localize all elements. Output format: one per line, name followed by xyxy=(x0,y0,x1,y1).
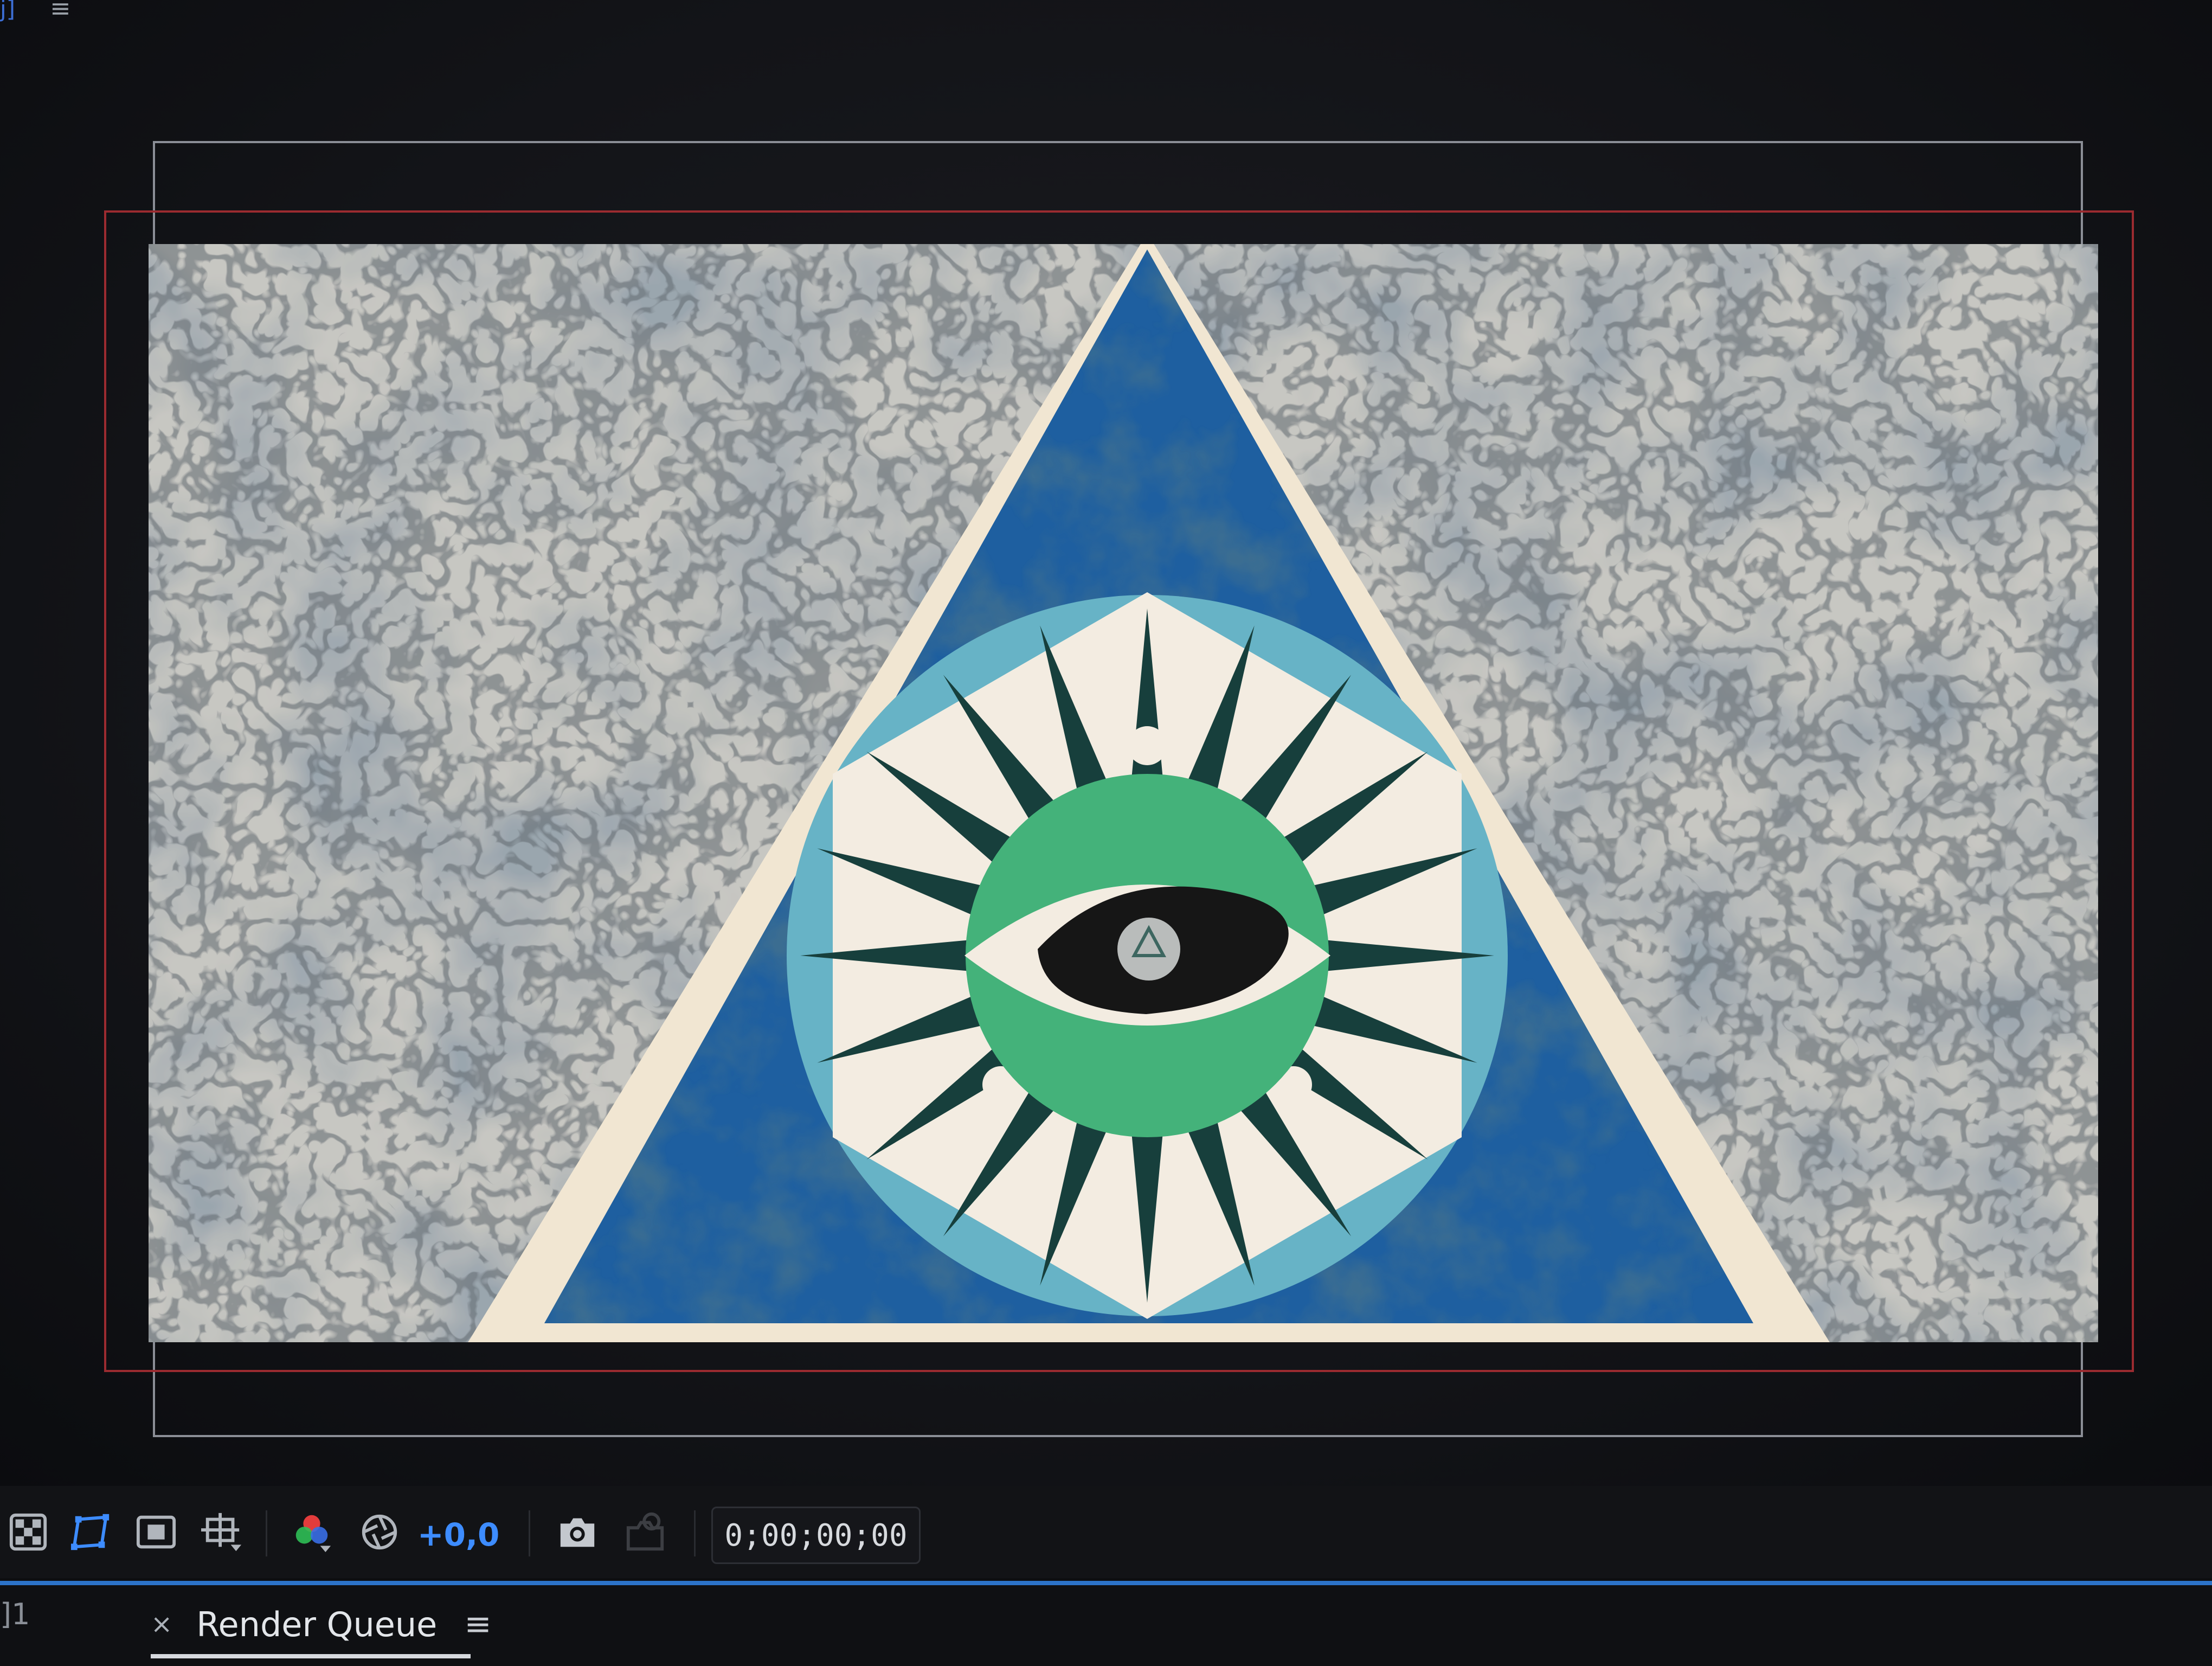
tab-render-queue[interactable]: × Render Queue ≡ xyxy=(151,1592,492,1657)
tab-title: Render Queue xyxy=(196,1604,438,1644)
composition-frame xyxy=(149,244,2098,1342)
toolbar-separator xyxy=(529,1510,530,1556)
viewer-header: j] ≡ xyxy=(0,0,2212,33)
show-snapshot-icon[interactable] xyxy=(618,1508,672,1556)
active-tab-indicator xyxy=(151,1654,471,1658)
composition-artwork xyxy=(149,244,2098,1342)
transparency-grid-icon[interactable] xyxy=(4,1508,52,1556)
guide-options-icon[interactable] xyxy=(192,1508,252,1556)
toolbar-separator xyxy=(694,1510,696,1556)
dot-top xyxy=(1128,726,1167,765)
exposure-reset-icon[interactable] xyxy=(352,1508,407,1556)
timeline-tab-label[interactable]: ]1 xyxy=(0,1597,30,1631)
close-tab-icon[interactable]: × xyxy=(151,1609,172,1639)
panel-focus-line xyxy=(0,1581,2212,1585)
color-channels-icon[interactable] xyxy=(285,1508,339,1556)
exposure-value[interactable]: +0,0 xyxy=(417,1510,499,1559)
mask-path-visibility-icon[interactable] xyxy=(64,1508,118,1556)
panel-label: j] xyxy=(0,0,16,22)
camera-icon[interactable] xyxy=(550,1508,605,1556)
hamburger-menu-icon[interactable]: ≡ xyxy=(50,0,71,21)
current-time-display[interactable]: 0;00;00;00 xyxy=(711,1507,921,1564)
toolbar-separator xyxy=(266,1510,267,1556)
tab-menu-icon[interactable]: ≡ xyxy=(464,1605,491,1643)
region-of-interest-icon[interactable] xyxy=(129,1508,183,1556)
